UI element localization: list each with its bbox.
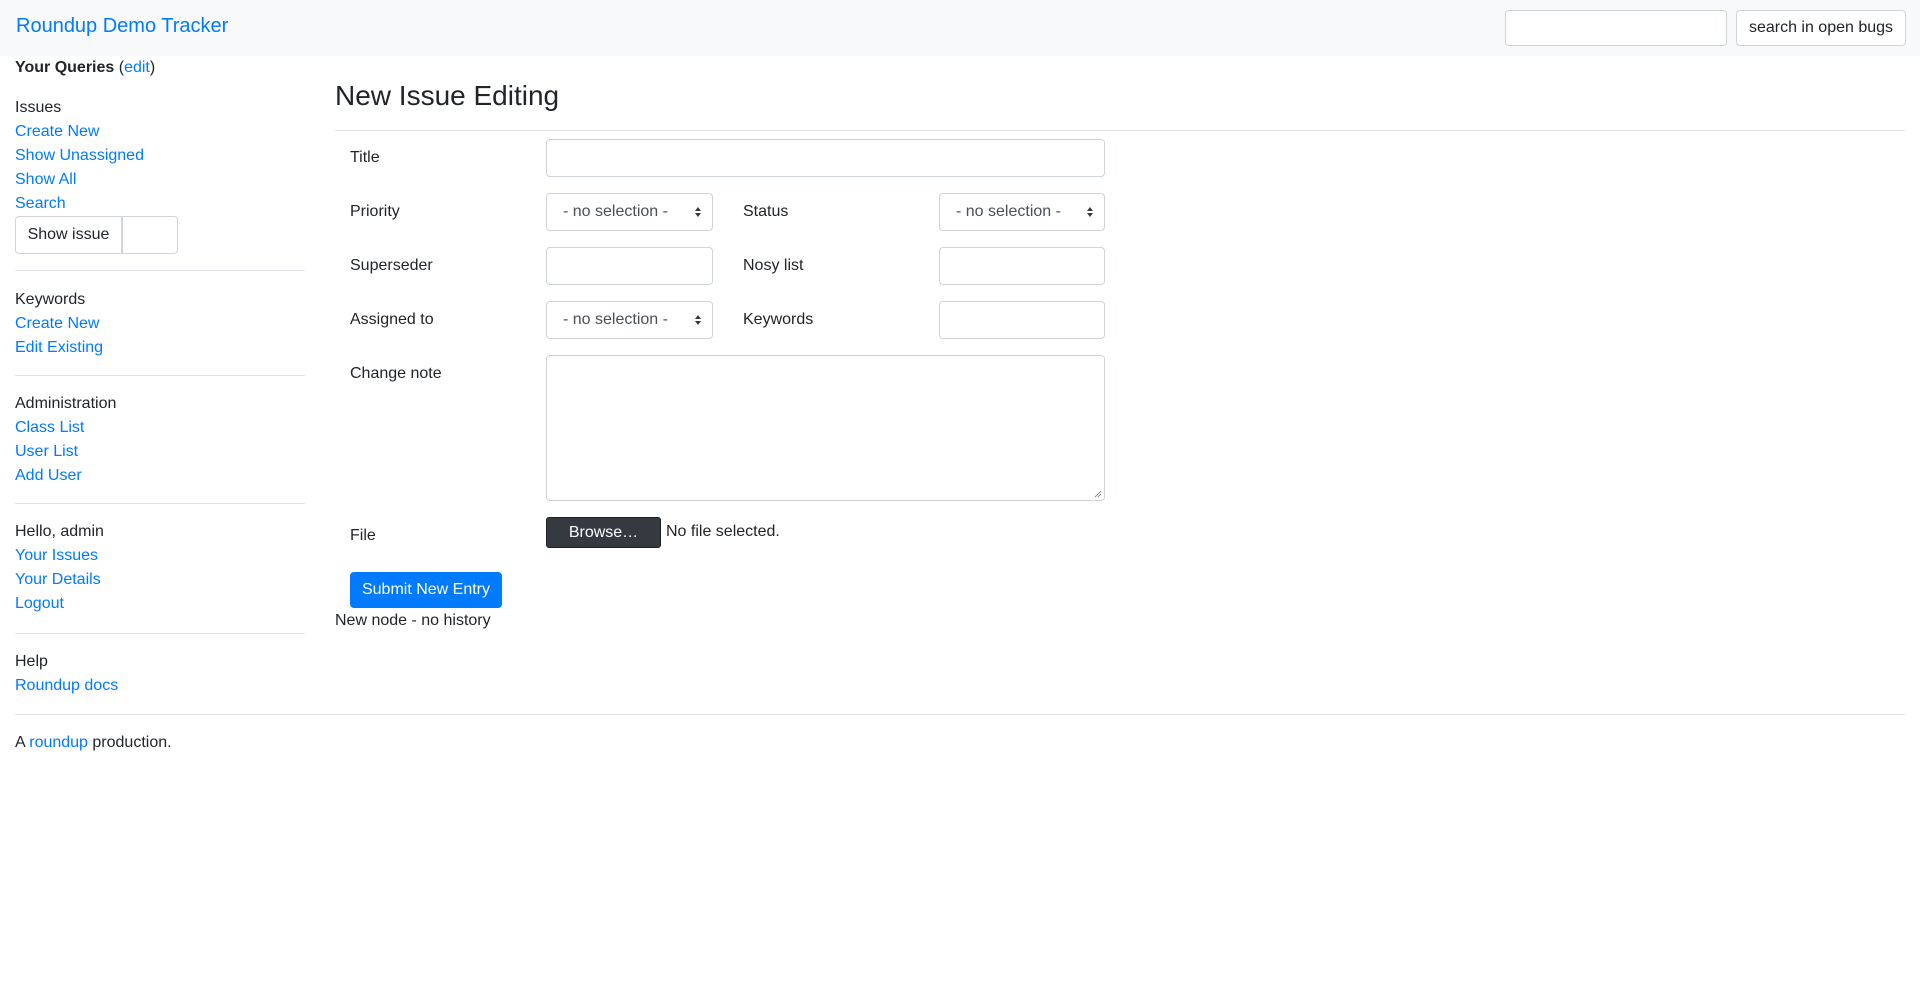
nosy-list-input[interactable] xyxy=(939,247,1105,285)
select-arrows-icon xyxy=(695,207,701,217)
sidebar-divider xyxy=(15,503,305,504)
show-all-link[interactable]: Show All xyxy=(15,168,76,192)
issues-create-new-link[interactable]: Create New xyxy=(15,120,99,144)
assigned-to-select-value: - no selection - xyxy=(563,311,668,328)
footer-prefix: A xyxy=(15,734,30,751)
title-input[interactable] xyxy=(546,139,1105,177)
footer-suffix: production. xyxy=(87,734,172,751)
show-unassigned-link[interactable]: Show Unassigned xyxy=(15,144,144,168)
submit-new-entry-button[interactable]: Submit New Entry xyxy=(350,572,502,608)
queries-paren-close: ) xyxy=(149,59,156,76)
change-note-textarea[interactable] xyxy=(546,355,1105,501)
help-heading: Help xyxy=(15,653,48,670)
assigned-to-label: Assigned to xyxy=(350,311,434,328)
resize-grip-icon[interactable] xyxy=(1092,488,1102,498)
file-status: No file selected. xyxy=(666,523,780,540)
your-details-link[interactable]: Your Details xyxy=(15,568,101,592)
sidebar-divider xyxy=(15,633,305,634)
your-queries-label: Your Queries xyxy=(15,59,115,76)
search-open-bugs-button[interactable]: search in open bugs xyxy=(1736,10,1906,46)
top-navbar: Roundup Demo Tracker search in open bugs xyxy=(0,0,1920,56)
user-list-link[interactable]: User List xyxy=(15,440,78,464)
superseder-input[interactable] xyxy=(546,247,713,285)
brand-link[interactable]: Roundup Demo Tracker xyxy=(16,15,228,38)
edit-queries-link[interactable]: edit xyxy=(124,59,150,76)
keywords-create-new-link[interactable]: Create New xyxy=(15,312,99,336)
priority-select-value: - no selection - xyxy=(563,203,668,220)
issues-heading: Issues xyxy=(15,99,62,116)
footer-divider xyxy=(15,714,1905,715)
search-input[interactable] xyxy=(1505,10,1727,46)
superseder-label: Superseder xyxy=(350,257,433,274)
roundup-docs-link[interactable]: Roundup docs xyxy=(15,674,118,698)
keywords-input[interactable] xyxy=(939,301,1105,339)
keywords-label: Keywords xyxy=(743,311,814,328)
status-select-value: - no selection - xyxy=(956,203,1061,220)
priority-label: Priority xyxy=(350,203,400,220)
your-issues-link[interactable]: Your Issues xyxy=(15,544,98,568)
select-arrows-icon xyxy=(1087,207,1093,217)
nosy-list-label: Nosy list xyxy=(743,257,804,274)
keywords-heading: Keywords xyxy=(15,291,86,308)
status-label: Status xyxy=(743,203,789,220)
your-queries: Your Queries (edit) xyxy=(15,56,155,80)
change-note-label: Change note xyxy=(350,365,442,382)
administration-heading: Administration xyxy=(15,395,117,412)
select-arrows-icon xyxy=(695,315,701,325)
page-title: New Issue Editing xyxy=(335,80,560,111)
title-divider xyxy=(335,130,1905,131)
status-select[interactable]: - no selection - xyxy=(939,193,1105,231)
sidebar-divider xyxy=(15,270,305,271)
browse-button[interactable]: Browse… xyxy=(546,517,661,548)
sidebar-divider xyxy=(15,375,305,376)
class-list-link[interactable]: Class List xyxy=(15,416,84,440)
roundup-link[interactable]: roundup xyxy=(29,734,88,751)
footer: A roundup production. xyxy=(15,731,172,755)
title-label: Title xyxy=(350,149,380,166)
history-note: New node - no history xyxy=(335,612,491,629)
show-issue-button[interactable]: Show issue xyxy=(15,216,122,254)
add-user-link[interactable]: Add User xyxy=(15,464,82,488)
show-issue-input[interactable] xyxy=(122,216,178,254)
user-greeting: Hello, admin xyxy=(15,523,104,540)
logout-link[interactable]: Logout xyxy=(15,592,64,616)
search-link[interactable]: Search xyxy=(15,192,66,216)
assigned-to-select[interactable]: - no selection - xyxy=(546,301,713,339)
edit-existing-link[interactable]: Edit Existing xyxy=(15,336,103,360)
priority-select[interactable]: - no selection - xyxy=(546,193,713,231)
file-label: File xyxy=(350,527,376,544)
